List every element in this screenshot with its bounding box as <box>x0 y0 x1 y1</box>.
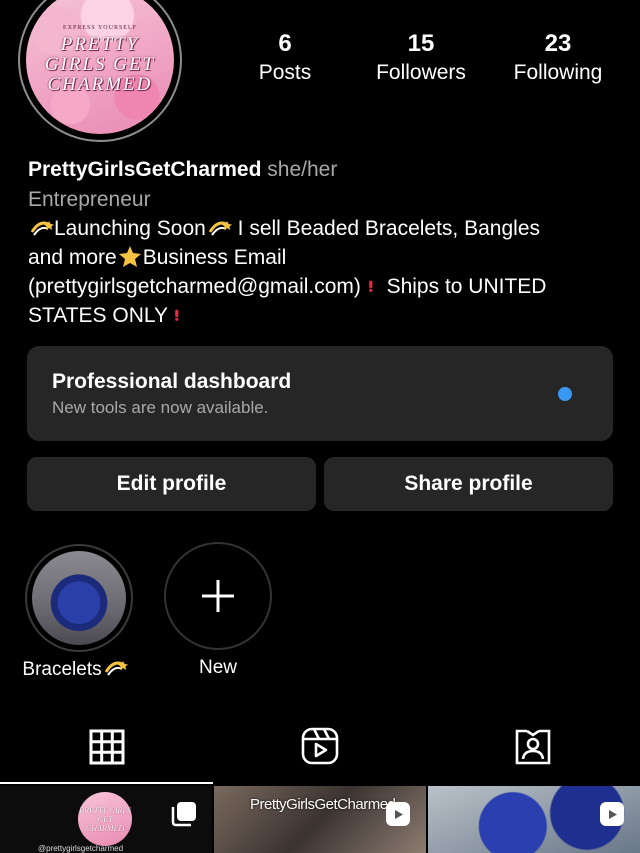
avatar-tagline: EXPRESS YOURSELF <box>63 25 137 31</box>
bio-sell: I sell Beaded Bracelets, Bangles <box>231 217 540 240</box>
highlight-bracelets-label: Bracelets <box>5 657 145 681</box>
post-tile-3[interactable] <box>428 786 640 853</box>
profile-pronouns: she/her <box>267 158 338 181</box>
stat-posts[interactable]: 6 Posts <box>215 30 355 88</box>
bio-states: STATES ONLY <box>28 304 174 327</box>
edit-profile-button[interactable]: Edit profile <box>27 457 316 511</box>
followers-count: 15 <box>407 30 435 57</box>
plus-icon <box>202 580 234 612</box>
posts-label: Posts <box>258 61 312 84</box>
grid-icon[interactable] <box>89 729 125 765</box>
reel-badge-icon <box>386 802 410 826</box>
reel-badge-icon <box>600 802 624 826</box>
dashboard-title: Professional dashboard <box>52 370 292 393</box>
dizzy-emoji-icon <box>104 661 128 676</box>
followers-label: Followers <box>376 61 466 84</box>
share-profile-button[interactable]: Share profile <box>324 457 613 511</box>
new-indicator-dot <box>558 387 572 401</box>
profile-category: Entrepreneur <box>28 188 151 211</box>
exclamation-icon <box>175 309 179 321</box>
bio-and-more: and more <box>28 246 117 269</box>
posts-count: 6 <box>278 30 292 57</box>
highlight-bracelets-image <box>32 551 126 645</box>
post-tile-1[interactable]: PRETTY GIRLS GET CHARMED @prettygirlsget… <box>0 786 212 853</box>
highlight-label-text: Bracelets <box>22 659 102 680</box>
reels-icon[interactable] <box>301 727 339 765</box>
post-logo: PRETTY GIRLS GET CHARMED <box>78 792 132 846</box>
dizzy-emoji-icon <box>30 221 54 236</box>
exclamation-icon <box>368 280 373 292</box>
glowing-star-icon <box>118 246 141 267</box>
active-tab-indicator <box>0 782 213 784</box>
avatar-brand: PRETTY GIRLS GET CHARMED <box>44 34 156 95</box>
highlight-new-label: New <box>198 657 237 678</box>
following-label: Following <box>513 61 603 84</box>
dashboard-subtitle: New tools are now available. <box>52 398 269 417</box>
profile-bio: Launching Soon I sell Beaded Bracelets, … <box>28 214 628 330</box>
following-count: 23 <box>544 30 572 57</box>
bio-ships: Ships to UNITED <box>380 275 547 298</box>
bio-email-label: Business Email <box>142 246 287 269</box>
highlight-new[interactable] <box>164 542 272 650</box>
bio-email[interactable]: (prettygirlsgetcharmed@gmail.com) <box>28 275 367 298</box>
post-reel-caption: PrettyGirlsGetCharmed <box>250 796 396 813</box>
bio-launching: Launching Soon <box>54 217 206 240</box>
dizzy-emoji-icon <box>208 221 232 236</box>
profile-name-row: PrettyGirlsGetCharmed she/her <box>28 155 628 184</box>
profile-name: PrettyGirlsGetCharmed <box>28 158 262 181</box>
stat-following[interactable]: 23 Following <box>488 30 628 88</box>
tagged-icon[interactable] <box>513 727 553 767</box>
stat-followers[interactable]: 15 Followers <box>351 30 491 88</box>
carousel-icon <box>171 802 196 827</box>
post-caption: @prettygirlsgetcharmed <box>38 844 124 853</box>
post-tile-2[interactable]: PrettyGirlsGetCharmed <box>214 786 426 853</box>
